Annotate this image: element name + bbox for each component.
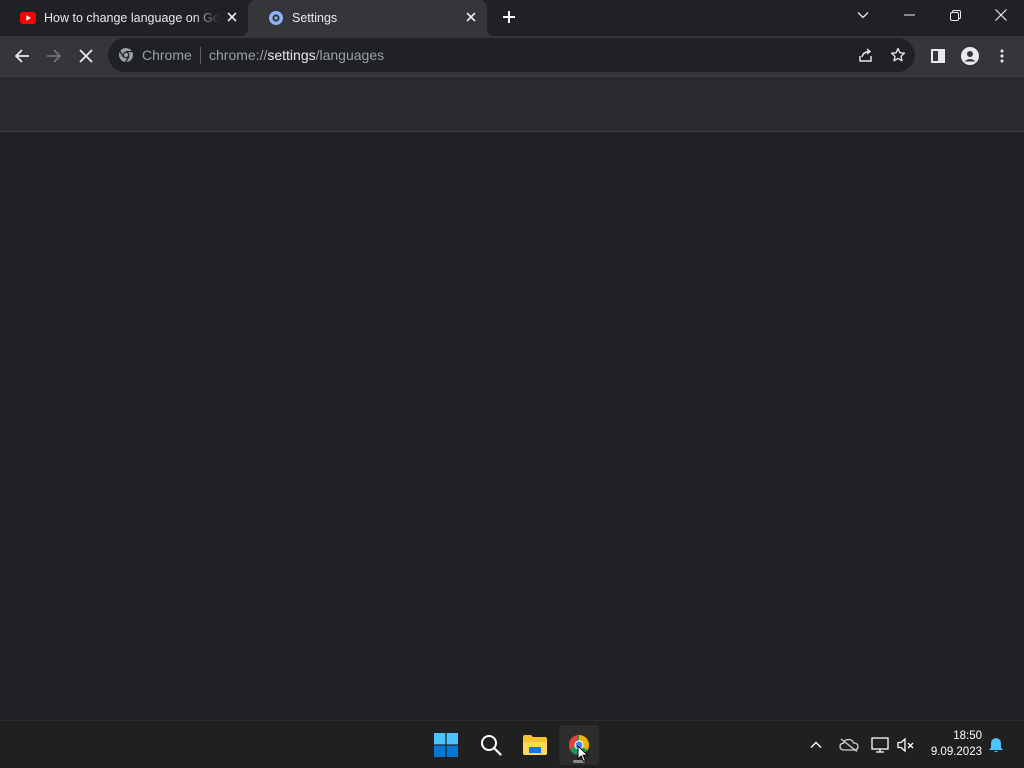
settings-page-content [0,132,1024,720]
close-tab-icon[interactable] [463,9,479,25]
speaker-muted-icon [897,737,914,753]
tab-title: How to change language on Google [44,11,220,25]
close-window-button[interactable] [978,0,1024,30]
site-chip-label[interactable]: Chrome [142,47,192,63]
star-icon [890,47,906,62]
settings-gear-icon [268,10,284,26]
plus-icon [503,11,515,23]
volume-button[interactable] [894,733,918,757]
side-panel-icon [931,49,945,63]
share-button[interactable] [854,43,878,67]
onedrive-button[interactable] [837,733,861,757]
show-hidden-icons-button[interactable] [804,733,828,757]
url-text[interactable]: chrome://settings/languages [209,47,384,63]
windows-start-button[interactable] [426,725,466,765]
url-scheme: chrome:// [209,47,268,63]
address-bar[interactable]: Chrome chrome://settings/languages [108,38,915,72]
browser-toolbar: Chrome chrome://settings/languages [0,36,1024,76]
network-button[interactable] [868,733,892,757]
restore-icon [949,9,961,21]
notifications-button[interactable] [984,733,1008,757]
divider [200,47,201,64]
tab-title: Settings [292,11,338,25]
browser-title-bar: How to change language on Google Setting… [0,0,1024,36]
clock-time: 18:50 [953,730,982,742]
new-tab-button[interactable] [497,6,521,28]
more-vertical-icon [1000,49,1004,63]
settings-header-bar [0,76,1024,132]
restore-button[interactable] [932,0,978,30]
close-icon [995,9,1007,21]
chrome-taskbar-button[interactable] [559,725,599,765]
youtube-icon [20,12,36,24]
profile-icon [961,47,979,65]
windows-taskbar: 18:50 9.09.2023 [0,720,1024,768]
tab-settings[interactable]: Settings [240,0,495,36]
tab-youtube-video[interactable]: How to change language on Google [0,0,246,36]
side-panel-button[interactable] [922,40,954,72]
back-button[interactable] [6,40,38,72]
bell-icon [989,738,1003,753]
network-icon [871,737,889,753]
mouse-cursor-icon [577,745,589,763]
url-path: /languages [315,47,385,63]
tab-search-button[interactable] [840,0,886,30]
taskbar-clock[interactable]: 18:50 9.09.2023 [931,728,982,760]
share-icon [859,48,872,62]
arrow-left-icon [14,49,29,63]
chevron-down-icon [857,12,869,19]
folder-icon [523,735,547,755]
search-button[interactable] [471,725,511,765]
close-icon [79,49,93,63]
clock-date: 9.09.2023 [930,746,982,758]
bookmark-button[interactable] [886,43,910,67]
chrome-icon[interactable] [118,47,134,63]
stop-loading-button[interactable] [70,40,102,72]
chrome-menu-button[interactable] [986,40,1018,72]
forward-button[interactable] [38,40,70,72]
chevron-up-icon [810,741,822,748]
minimize-icon [903,14,915,16]
minimize-button[interactable] [886,0,932,30]
file-explorer-button[interactable] [515,725,555,765]
cloud-offline-icon [839,738,859,752]
profile-button[interactable] [954,40,986,72]
close-tab-icon[interactable] [224,9,240,25]
url-host: settings [267,47,316,63]
windows-logo-icon [434,733,458,757]
arrow-right-icon [47,49,62,63]
search-icon [481,735,502,756]
